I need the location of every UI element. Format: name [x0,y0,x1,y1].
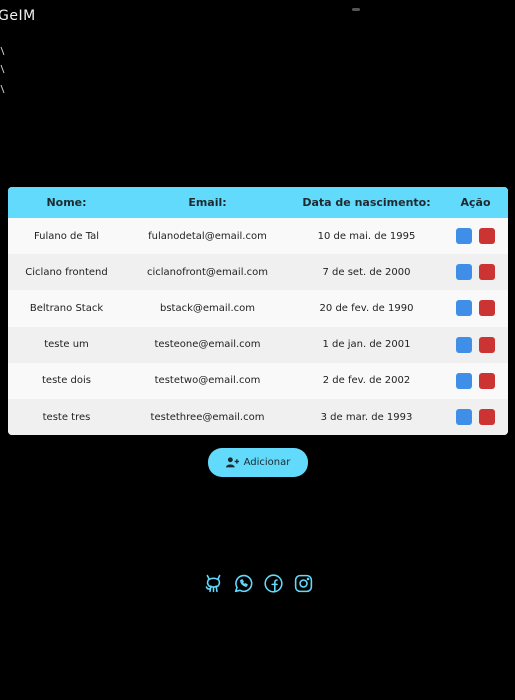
instagram-link[interactable] [293,572,314,594]
column-header-name: Nome: [46,196,87,209]
cell-actions [443,399,508,435]
brand-logo-text: GeIM [0,8,36,24]
cell-email: ciclanofront@email.com [146,266,269,278]
delete-button[interactable] [479,372,495,389]
cell-email: fulanodetal@email.com [148,230,267,242]
instagram-icon [294,574,313,592]
brand-mark-icon [0,46,5,94]
table-row: teste dois testetwo@email.com 2 de fev. … [8,362,508,399]
user-plus-icon [225,457,239,468]
cell-email: testethree@email.com [150,411,265,423]
column-header-email: Email: [188,196,227,209]
cell-birthdate: 10 de mai. de 1995 [317,230,416,242]
table-header-row: Nome: Email: Data de nascimento: Ação [8,187,508,218]
table-row: Beltrano Stack bstack@email.com 20 de fe… [8,290,508,327]
facebook-link[interactable] [263,572,284,594]
table-row: teste tres testethree@email.com 3 de mar… [8,398,508,435]
edit-button[interactable] [456,300,472,317]
cell-name: Fulano de Tal [33,230,100,242]
cell-name: Beltrano Stack [29,302,104,314]
social-links [203,572,314,594]
decorative-dot [352,8,360,11]
add-user-label: Adicionar [243,457,291,468]
delete-button[interactable] [479,264,495,281]
cell-birthdate: 1 de jan. de 2001 [322,339,411,351]
table-row: Fulano de Tal fulanodetal@email.com 10 d… [8,218,508,255]
cell-name: teste tres [42,411,91,423]
cell-email: bstack@email.com [159,302,255,314]
table-row: Ciclano frontend ciclanofront@email.com … [8,254,508,291]
cell-name: Ciclano frontend [25,266,108,278]
cell-name: teste um [44,339,89,351]
users-table: Nome: Email: Data de nascimento: Ação Fu… [8,187,508,435]
github-link[interactable] [203,572,224,594]
table-row: teste um testeone@email.com 1 de jan. de… [8,326,508,363]
edit-button[interactable] [456,409,472,426]
edit-button[interactable] [456,336,472,353]
cell-actions [443,327,508,363]
column-header-birthdate: Data de nascimento: [302,196,431,209]
whatsapp-link[interactable] [233,572,254,594]
whatsapp-icon [234,574,253,592]
column-header-action: Ação [460,196,491,209]
cell-birthdate: 7 de set. de 2000 [322,266,411,278]
cell-birthdate: 2 de fev. de 2002 [322,375,411,387]
add-user-button[interactable]: Adicionar [208,448,308,477]
cell-actions [443,363,508,399]
delete-button[interactable] [479,300,495,317]
facebook-icon [264,573,283,593]
github-icon [205,574,221,592]
cell-actions [443,254,508,290]
edit-button[interactable] [456,372,472,389]
delete-button[interactable] [479,336,495,353]
edit-button[interactable] [456,228,472,245]
cell-actions [443,290,508,326]
edit-button[interactable] [456,264,472,281]
users-table-card: Nome: Email: Data de nascimento: Ação Fu… [8,187,508,435]
delete-button[interactable] [479,228,495,245]
cell-name: teste dois [42,375,91,387]
cell-actions [443,218,508,254]
cell-birthdate: 20 de fev. de 1990 [319,302,414,314]
cell-email: testeone@email.com [154,339,261,351]
delete-button[interactable] [479,409,495,426]
cell-email: testetwo@email.com [154,375,261,387]
cell-birthdate: 3 de mar. de 1993 [320,411,413,423]
